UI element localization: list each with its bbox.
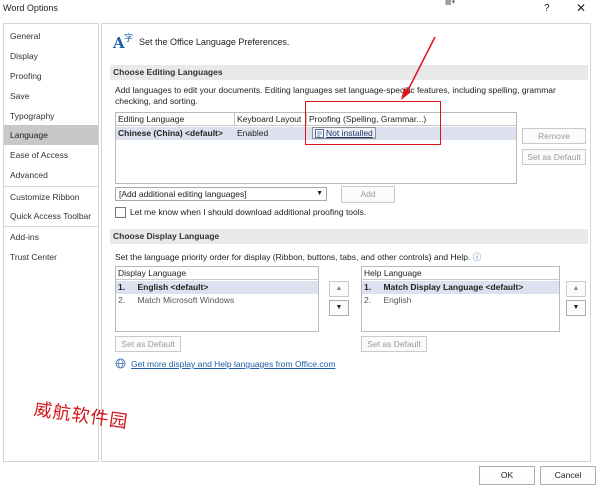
cancel-button[interactable]: Cancel: [540, 466, 596, 485]
list-item[interactable]: 1. English <default>: [116, 281, 318, 294]
help-language-list: Help Language 1. Match Display Language …: [361, 266, 560, 332]
window-mini-icon[interactable]: ▦▾: [445, 0, 469, 6]
info-icon[interactable]: ⓘ: [473, 252, 482, 262]
list-item-number: 2.: [364, 295, 372, 305]
add-button[interactable]: Add: [341, 186, 395, 203]
sidebar-item-add-ins[interactable]: Add-ins: [4, 227, 98, 247]
list-item-label: English <default>: [137, 282, 209, 292]
title-bar: Word Options ▦▾ ? ✕: [0, 0, 600, 17]
notify-checkbox-label: Let me know when I should download addit…: [130, 207, 367, 217]
list-item-label: Match Microsoft Windows: [137, 295, 235, 305]
list-item-number: 1.: [364, 282, 372, 292]
language-panel: A 字 Set the Office Language Preferences.…: [101, 23, 591, 462]
display-move-down-button[interactable]: ▼: [329, 300, 349, 316]
list-item[interactable]: 2. English: [362, 294, 559, 307]
globe-icon: [115, 358, 126, 369]
set-default-help-button[interactable]: Set as Default: [361, 336, 427, 352]
list-item-number: 1.: [118, 282, 126, 292]
sidebar-item-save[interactable]: Save: [4, 86, 98, 106]
notify-checkbox[interactable]: [115, 207, 126, 218]
help-button[interactable]: ?: [544, 3, 550, 14]
sidebar-item-language[interactable]: Language: [4, 125, 98, 145]
office-languages-link[interactable]: Get more display and Help languages from…: [131, 359, 335, 369]
language-header-text: Set the Office Language Preferences.: [139, 37, 290, 47]
editing-languages-heading: Choose Editing Languages: [110, 65, 588, 80]
language-icon: A 字: [112, 31, 136, 53]
list-item-label: English: [383, 295, 412, 305]
sidebar-item-general[interactable]: General: [4, 26, 98, 46]
list-item-number: 2.: [118, 295, 126, 305]
chevron-down-icon: ▼: [316, 190, 323, 197]
list-item-label: Match Display Language <default>: [383, 282, 524, 292]
help-move-down-button[interactable]: ▼: [566, 300, 586, 316]
row-editing-language: Chinese (China) <default>: [118, 128, 223, 138]
sidebar-item-proofing[interactable]: Proofing: [4, 66, 98, 86]
row-keyboard-layout: Enabled: [237, 128, 269, 138]
column-header-editing-language[interactable]: Editing Language: [116, 113, 235, 126]
svg-text:字: 字: [124, 32, 133, 44]
sidebar-item-advanced[interactable]: Advanced: [4, 165, 98, 185]
sidebar-item-display[interactable]: Display: [4, 46, 98, 66]
add-language-dropdown-value: [Add additional editing languages]: [119, 189, 247, 199]
sidebar-item-quick-access-toolbar[interactable]: Quick Access Toolbar: [4, 206, 98, 226]
sidebar-item-customize-ribbon[interactable]: Customize Ribbon: [4, 187, 98, 207]
add-language-dropdown[interactable]: [Add additional editing languages] ▼: [115, 187, 327, 201]
list-item[interactable]: 1. Match Display Language <default>: [362, 281, 559, 294]
display-language-heading: Choose Display Language: [110, 229, 588, 244]
set-default-display-button[interactable]: Set as Default: [115, 336, 181, 352]
display-description: Set the language priority order for disp…: [115, 251, 481, 263]
window-title: Word Options: [3, 3, 58, 13]
set-default-editing-button[interactable]: Set as Default: [522, 149, 586, 165]
annotation-highlight-box: [305, 101, 441, 145]
display-language-list-header: Display Language: [116, 267, 318, 280]
help-move-up-button[interactable]: ▲: [566, 281, 586, 297]
column-header-keyboard-layout[interactable]: Keyboard Layout: [235, 113, 307, 126]
display-description-text: Set the language priority order for disp…: [115, 252, 471, 262]
annotation-arrow-icon: [401, 36, 436, 100]
display-language-list: Display Language 1. English <default> 2.…: [115, 266, 319, 332]
close-button[interactable]: ✕: [576, 1, 586, 15]
list-item[interactable]: 2. Match Microsoft Windows: [116, 294, 318, 307]
help-language-list-header: Help Language: [362, 267, 559, 280]
ok-button[interactable]: OK: [479, 466, 535, 485]
remove-button[interactable]: Remove: [522, 128, 586, 144]
sidebar-item-ease-of-access[interactable]: Ease of Access: [4, 145, 98, 165]
sidebar-item-trust-center[interactable]: Trust Center: [4, 247, 98, 267]
display-move-up-button[interactable]: ▲: [329, 281, 349, 297]
sidebar-item-typography[interactable]: Typography: [4, 106, 98, 126]
